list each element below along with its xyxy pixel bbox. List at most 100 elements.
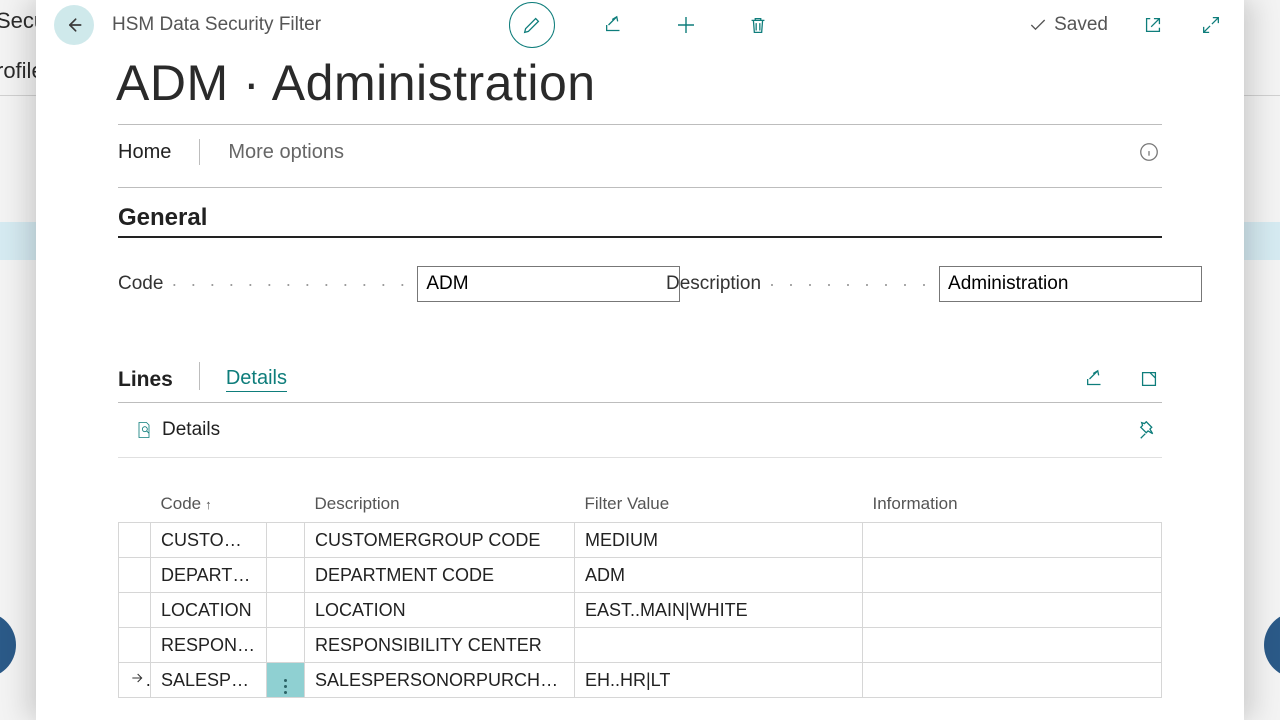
table-row[interactable]: DEPARTME… DEPARTMENT CODEADM xyxy=(119,558,1162,593)
row-indicator xyxy=(119,593,151,628)
modal-card: HSM Data Security Filter xyxy=(36,0,1244,720)
cell-information[interactable] xyxy=(863,593,1162,628)
cell-code[interactable]: SALESPERS… xyxy=(151,663,267,698)
sub-details-label: Details xyxy=(162,419,220,441)
topbar: HSM Data Security Filter xyxy=(36,0,1244,50)
action-menu: Home More options xyxy=(118,125,1162,179)
table-row[interactable]: RESPONSIB… RESPONSIBILITY CENTER xyxy=(119,628,1162,663)
cell-description[interactable]: SALESPERSONORPURCHASER xyxy=(305,663,575,698)
carousel-prev[interactable] xyxy=(0,612,16,678)
section-general-title: General xyxy=(118,204,1162,232)
field-code: Code · · · · · · · · · · · · · xyxy=(118,266,614,302)
table-row[interactable]: SALESPERS… SALESPERSONORPURCHASEREH..HR|L… xyxy=(119,663,1162,698)
carousel-next[interactable] xyxy=(1264,612,1280,678)
vertical-dots-icon xyxy=(284,679,287,694)
cell-information[interactable] xyxy=(863,523,1162,558)
details-link[interactable]: Details xyxy=(226,367,287,392)
row-menu-button[interactable] xyxy=(267,558,305,593)
pin-icon xyxy=(1138,419,1160,441)
description-input[interactable] xyxy=(939,266,1202,302)
col-description[interactable]: Description xyxy=(305,486,575,523)
trash-icon xyxy=(747,14,769,36)
col-filter[interactable]: Filter Value xyxy=(575,486,863,523)
divider xyxy=(118,457,1162,458)
cell-filter[interactable]: EH..HR|LT xyxy=(575,663,863,698)
cell-information[interactable] xyxy=(863,558,1162,593)
cell-code[interactable]: LOCATION xyxy=(151,593,267,628)
new-button[interactable] xyxy=(673,12,699,38)
share-icon xyxy=(1084,368,1106,390)
window-title: HSM Data Security Filter xyxy=(112,14,321,36)
popout-icon xyxy=(1142,14,1164,36)
row-menu-button[interactable] xyxy=(267,593,305,628)
saved-indicator: Saved xyxy=(1028,14,1108,36)
menu-home[interactable]: Home xyxy=(118,141,171,164)
expand-button[interactable] xyxy=(1198,12,1224,38)
popout-icon xyxy=(1138,368,1160,390)
col-code[interactable]: Code↑ xyxy=(151,486,267,523)
lines-label: Lines xyxy=(118,368,173,392)
row-menu-button[interactable] xyxy=(267,663,305,698)
cell-description[interactable]: LOCATION xyxy=(305,593,575,628)
dots: · · · · · · · · · xyxy=(769,274,931,295)
table-row[interactable]: LOCATIONLOCATIONEAST..MAIN|WHITE xyxy=(119,593,1162,628)
dots: · · · · · · · · · · · · · xyxy=(171,274,409,295)
field-description: Description · · · · · · · · · xyxy=(666,266,1162,302)
table-header-row: Code↑ Description Filter Value Informati… xyxy=(119,486,1162,523)
toolbar-right: Saved xyxy=(1028,12,1224,38)
arrow-left-icon xyxy=(64,15,84,35)
page-search-icon xyxy=(134,420,154,440)
row-indicator xyxy=(119,663,151,698)
table-row[interactable]: CUSTOMER… CUSTOMERGROUP CODEMEDIUM xyxy=(119,523,1162,558)
separator xyxy=(199,362,200,390)
share-button[interactable] xyxy=(601,12,627,38)
back-button[interactable] xyxy=(54,5,94,45)
row-indicator xyxy=(119,523,151,558)
cell-filter[interactable] xyxy=(575,628,863,663)
edit-button[interactable] xyxy=(509,2,555,48)
saved-label: Saved xyxy=(1054,14,1108,36)
cell-information[interactable] xyxy=(863,628,1162,663)
lines-share-button[interactable] xyxy=(1082,366,1108,392)
content: ADM · Administration Home More options G… xyxy=(36,54,1244,698)
code-label: Code xyxy=(118,273,163,295)
delete-button[interactable] xyxy=(745,12,771,38)
col-information[interactable]: Information xyxy=(863,486,1162,523)
cell-description[interactable]: CUSTOMERGROUP CODE xyxy=(305,523,575,558)
page-title: ADM · Administration xyxy=(116,54,1162,112)
check-icon xyxy=(1028,15,1048,35)
row-indicator xyxy=(119,628,151,663)
description-label: Description xyxy=(666,273,761,295)
cell-code[interactable]: RESPONSIB… xyxy=(151,628,267,663)
row-indicator xyxy=(119,558,151,593)
info-button[interactable] xyxy=(1136,139,1162,165)
row-menu-button[interactable] xyxy=(267,523,305,558)
sub-details-button[interactable]: Details xyxy=(134,419,220,441)
menu-more[interactable]: More options xyxy=(228,141,344,164)
cell-code[interactable]: CUSTOMER… xyxy=(151,523,267,558)
cell-filter[interactable]: MEDIUM xyxy=(575,523,863,558)
cell-information[interactable] xyxy=(863,663,1162,698)
lines-header: Lines Details xyxy=(118,362,1162,392)
info-icon xyxy=(1138,141,1160,163)
cell-code[interactable]: DEPARTME… xyxy=(151,558,267,593)
code-input[interactable] xyxy=(417,266,680,302)
popout-button[interactable] xyxy=(1140,12,1166,38)
section-underline xyxy=(118,236,1162,238)
plus-icon xyxy=(674,13,698,37)
lines-popout-button[interactable] xyxy=(1136,366,1162,392)
cell-filter[interactable]: EAST..MAIN|WHITE xyxy=(575,593,863,628)
lines-actions xyxy=(1082,366,1162,392)
cell-description[interactable]: DEPARTMENT CODE xyxy=(305,558,575,593)
lines-sub-toolbar: Details xyxy=(118,403,1162,457)
share-icon xyxy=(603,14,625,36)
lines-table: Code↑ Description Filter Value Informati… xyxy=(118,486,1162,698)
general-fields: Code · · · · · · · · · · · · · Descripti… xyxy=(118,266,1162,302)
menu-separator xyxy=(199,139,200,165)
toolbar-center xyxy=(509,2,771,48)
cell-filter[interactable]: ADM xyxy=(575,558,863,593)
divider xyxy=(118,187,1162,188)
cell-description[interactable]: RESPONSIBILITY CENTER xyxy=(305,628,575,663)
row-menu-button[interactable] xyxy=(267,628,305,663)
pin-button[interactable] xyxy=(1136,417,1162,443)
